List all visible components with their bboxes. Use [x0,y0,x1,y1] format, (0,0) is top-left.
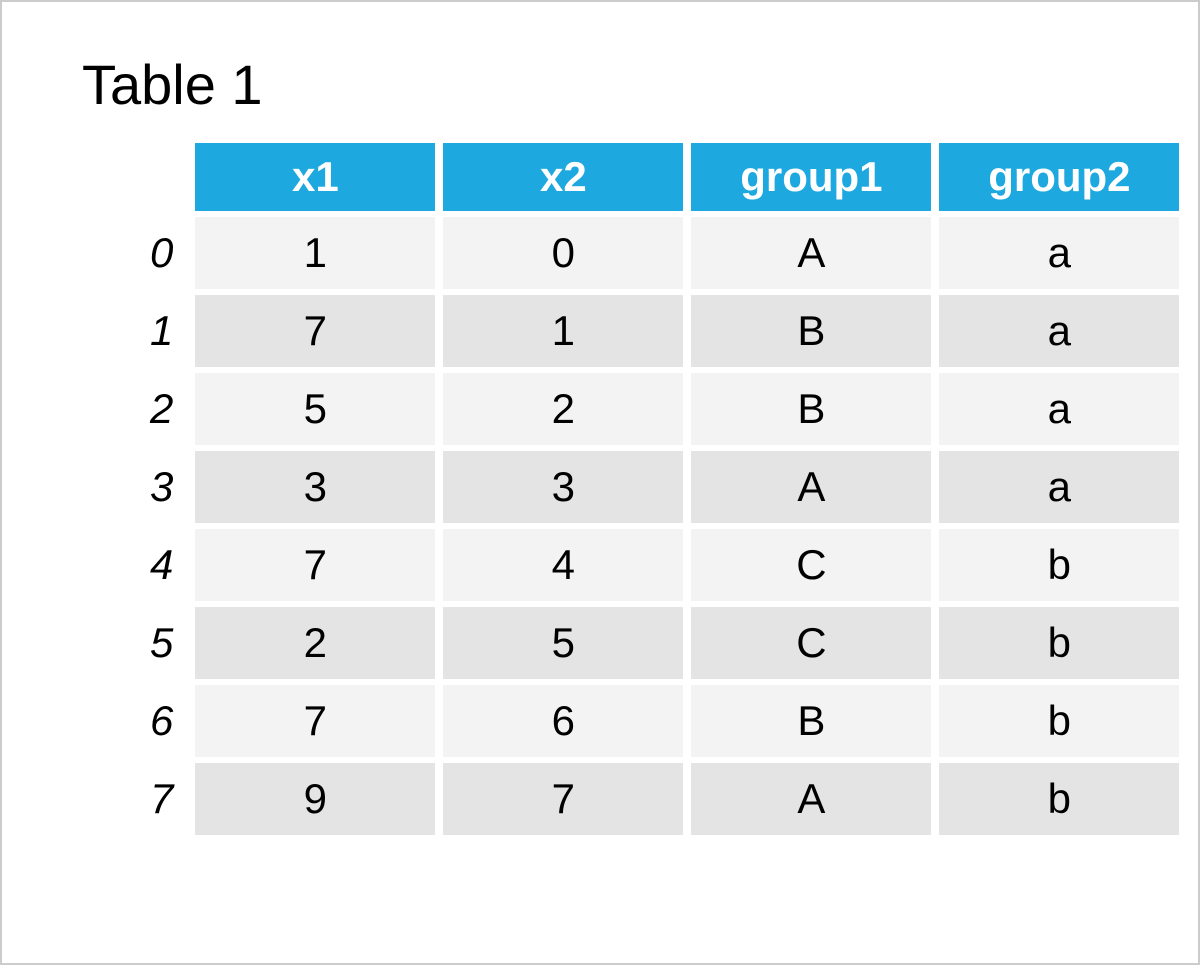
cell: b [939,763,1179,835]
table-row: 3 3 3 A a [150,451,1179,523]
cell: a [939,373,1179,445]
cell: b [939,607,1179,679]
col-header-group1: group1 [691,143,931,211]
cell: 7 [195,685,435,757]
row-index: 5 [150,607,187,679]
cell: a [939,451,1179,523]
cell: a [939,295,1179,367]
cell: b [939,529,1179,601]
index-header-blank [150,143,187,211]
cell: C [691,529,931,601]
table-row: 5 2 5 C b [150,607,1179,679]
row-index: 4 [150,529,187,601]
col-header-group2: group2 [939,143,1179,211]
cell: 3 [195,451,435,523]
cell: B [691,373,931,445]
row-index: 7 [150,763,187,835]
row-index: 2 [150,373,187,445]
cell: 6 [443,685,683,757]
cell: 1 [443,295,683,367]
cell: A [691,451,931,523]
cell: 7 [443,763,683,835]
cell: b [939,685,1179,757]
row-index: 3 [150,451,187,523]
cell: 1 [195,217,435,289]
cell: 5 [443,607,683,679]
page-frame: Table 1 x1 x2 group1 group2 0 1 0 A a [0,0,1200,965]
table-container: x1 x2 group1 group2 0 1 0 A a 1 7 1 [142,137,1138,841]
cell: 5 [195,373,435,445]
table-row: 1 7 1 B a [150,295,1179,367]
cell: 7 [195,295,435,367]
row-index: 0 [150,217,187,289]
table-row: 6 7 6 B b [150,685,1179,757]
row-index: 6 [150,685,187,757]
table-row: 2 5 2 B a [150,373,1179,445]
row-index: 1 [150,295,187,367]
table-title: Table 1 [82,52,1138,117]
cell: a [939,217,1179,289]
cell: 2 [443,373,683,445]
cell: 4 [443,529,683,601]
cell: A [691,217,931,289]
cell: B [691,685,931,757]
header-row: x1 x2 group1 group2 [150,143,1179,211]
cell: 3 [443,451,683,523]
cell: 2 [195,607,435,679]
col-header-x1: x1 [195,143,435,211]
cell: A [691,763,931,835]
table-row: 0 1 0 A a [150,217,1179,289]
col-header-x2: x2 [443,143,683,211]
cell: 7 [195,529,435,601]
table-row: 7 9 7 A b [150,763,1179,835]
table-row: 4 7 4 C b [150,529,1179,601]
cell: B [691,295,931,367]
cell: C [691,607,931,679]
cell: 0 [443,217,683,289]
cell: 9 [195,763,435,835]
data-table: x1 x2 group1 group2 0 1 0 A a 1 7 1 [142,137,1187,841]
